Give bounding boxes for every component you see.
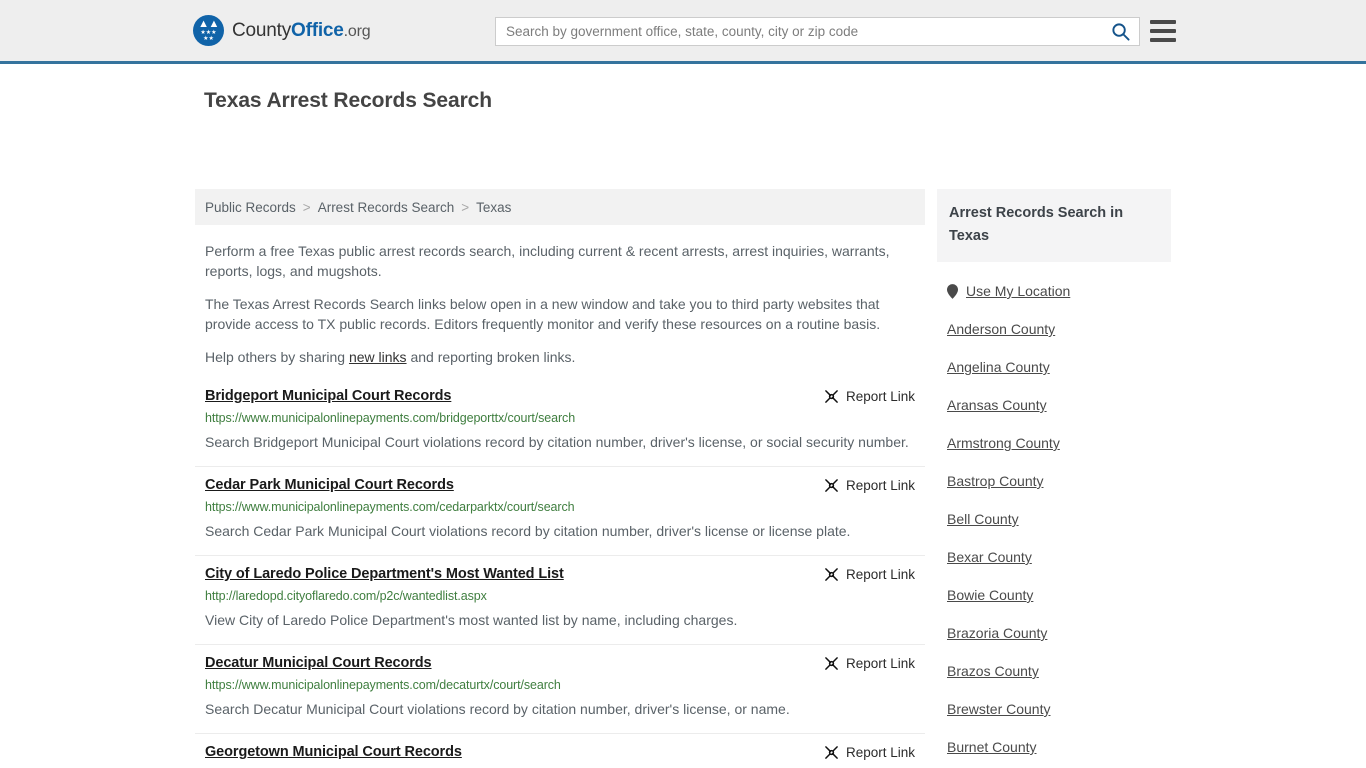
result-item: Cedar Park Municipal Court Records Repor… [195, 467, 925, 556]
report-link-button[interactable]: Report Link [824, 655, 915, 671]
results-list: Bridgeport Municipal Court Records Repor… [195, 378, 925, 768]
main-content: Public Records > Arrest Records Search >… [195, 189, 925, 768]
sidebar-item-county[interactable]: Angelina County [937, 359, 1171, 375]
result-item: Bridgeport Municipal Court Records Repor… [195, 378, 925, 467]
breadcrumb-item-public-records[interactable]: Public Records [205, 200, 296, 215]
list-item: Bexar County [937, 549, 1171, 565]
logo-text-office: Office [291, 19, 344, 41]
broken-link-icon [825, 746, 838, 759]
report-link-label: Report Link [845, 745, 915, 760]
sidebar-item-county[interactable]: Brazoria County [937, 625, 1171, 641]
search-bar [495, 17, 1140, 46]
intro-paragraph-1: Perform a free Texas public arrest recor… [205, 243, 890, 279]
result-description: Search Cedar Park Municipal Court violat… [205, 523, 851, 539]
result-url[interactable]: https://www.municipalonlinepayments.com/… [205, 411, 915, 425]
site-logo[interactable]: ▲▲ ★★★ ★★ CountyOffice.org [193, 15, 371, 46]
sidebar-item-county[interactable]: Bastrop County [937, 473, 1171, 489]
sidebar-item-county[interactable]: Armstrong County [937, 435, 1171, 451]
list-item: Bastrop County [937, 473, 1171, 489]
list-item: Anderson County [937, 321, 1171, 337]
broken-link-icon [825, 390, 838, 403]
breadcrumb-item-arrest-records-search[interactable]: Arrest Records Search [318, 200, 455, 215]
list-item: Angelina County [937, 359, 1171, 375]
result-item: City of Laredo Police Department's Most … [195, 556, 925, 645]
report-link-label: Report Link [845, 567, 915, 582]
result-url[interactable]: https://www.municipalonlinepayments.com/… [205, 500, 915, 514]
result-header: Georgetown Municipal Court Records Repor… [205, 744, 915, 760]
report-link-button[interactable]: Report Link [824, 388, 915, 404]
site-logo-text: CountyOffice.org [232, 19, 371, 42]
hamburger-menu-icon-bar [1150, 29, 1176, 33]
hamburger-menu-icon-bar [1150, 38, 1176, 42]
broken-link-icon [825, 479, 838, 492]
search-button[interactable] [1101, 18, 1139, 45]
use-my-location-button[interactable]: Use My Location [947, 283, 1171, 299]
result-header: Cedar Park Municipal Court Records Repor… [205, 477, 915, 493]
list-item: Bell County [937, 511, 1171, 527]
sidebar-item-county[interactable]: Aransas County [937, 397, 1171, 413]
result-description: Search Decatur Municipal Court violation… [205, 701, 790, 717]
list-item: Burnet County [937, 739, 1171, 755]
sidebar-item-county[interactable]: Bexar County [937, 549, 1171, 565]
sidebar: Arrest Records Search in Texas Use My Lo… [937, 189, 1171, 768]
result-url[interactable]: https://www.municipalonlinepayments.com/… [205, 678, 915, 692]
result-item: Decatur Municipal Court Records Report L… [195, 645, 925, 734]
logo-text-org: .org [343, 22, 371, 40]
site-header: ▲▲ ★★★ ★★ CountyOffice.org [0, 0, 1366, 64]
breadcrumb-item-texas: Texas [476, 199, 512, 215]
result-title-link[interactable]: Bridgeport Municipal Court Records [205, 388, 451, 404]
list-item: Brewster County [937, 701, 1171, 717]
result-title-link[interactable]: Decatur Municipal Court Records [205, 655, 432, 671]
intro-paragraph-2: The Texas Arrest Records Search links be… [205, 296, 881, 332]
sidebar-item-county[interactable]: Brazos County [937, 663, 1171, 679]
search-icon [1111, 23, 1130, 41]
result-title-link[interactable]: Cedar Park Municipal Court Records [205, 477, 454, 493]
sidebar-item-county[interactable]: Bell County [937, 511, 1171, 527]
list-item: Armstrong County [937, 435, 1171, 451]
list-item: Brazos County [937, 663, 1171, 679]
logo-text-county: County [232, 19, 292, 41]
result-url[interactable]: http://laredopd.cityoflaredo.com/p2c/wan… [205, 589, 915, 603]
report-link-label: Report Link [845, 389, 915, 404]
breadcrumb-separator: > [461, 199, 470, 215]
report-link-label: Report Link [845, 478, 915, 493]
result-title-link[interactable]: Georgetown Municipal Court Records [205, 744, 462, 760]
intro-section: Perform a free Texas public arrest recor… [205, 241, 915, 367]
result-title-link[interactable]: City of Laredo Police Department's Most … [205, 566, 564, 582]
list-item: Brazoria County [937, 625, 1171, 641]
sidebar-heading: Arrest Records Search in Texas [937, 189, 1171, 262]
report-link-button[interactable]: Report Link [824, 477, 915, 493]
result-header: City of Laredo Police Department's Most … [205, 566, 915, 582]
report-link-button[interactable]: Report Link [824, 744, 915, 760]
list-item: Bowie County [937, 587, 1171, 603]
intro-p3-after: and reporting broken links. [406, 349, 576, 365]
eagle-seal-icon: ▲▲ ★★★ ★★ [193, 15, 224, 46]
result-header: Bridgeport Municipal Court Records Repor… [205, 388, 915, 404]
hamburger-menu-button[interactable] [1150, 20, 1176, 42]
sidebar-item-county[interactable]: Brewster County [937, 701, 1171, 717]
breadcrumb: Public Records > Arrest Records Search >… [195, 189, 925, 225]
result-header: Decatur Municipal Court Records Report L… [205, 655, 915, 671]
use-my-location-label: Use My Location [966, 283, 1071, 299]
page-title: Texas Arrest Records Search [204, 89, 492, 112]
report-link-label: Report Link [845, 656, 915, 671]
sidebar-item-county[interactable]: Burnet County [937, 739, 1171, 755]
result-description: View City of Laredo Police Department's … [205, 612, 738, 628]
sidebar-item-county[interactable]: Anderson County [937, 321, 1171, 337]
report-link-button[interactable]: Report Link [824, 566, 915, 582]
intro-p3-before: Help others by sharing [205, 349, 349, 365]
hamburger-menu-icon-bar [1150, 20, 1176, 24]
sidebar-item-county[interactable]: Bowie County [937, 587, 1171, 603]
result-description: Search Bridgeport Municipal Court violat… [205, 434, 909, 450]
result-item: Georgetown Municipal Court Records Repor… [195, 734, 925, 768]
search-input[interactable] [496, 18, 1101, 45]
new-links-link[interactable]: new links [349, 349, 407, 365]
county-list: Anderson County Angelina County Aransas … [937, 321, 1171, 768]
breadcrumb-separator: > [302, 199, 311, 215]
map-pin-icon [947, 283, 958, 299]
intro-paragraph-3: Help others by sharing new links and rep… [205, 347, 915, 367]
broken-link-icon [825, 657, 838, 670]
broken-link-icon [825, 568, 838, 581]
list-item: Aransas County [937, 397, 1171, 413]
